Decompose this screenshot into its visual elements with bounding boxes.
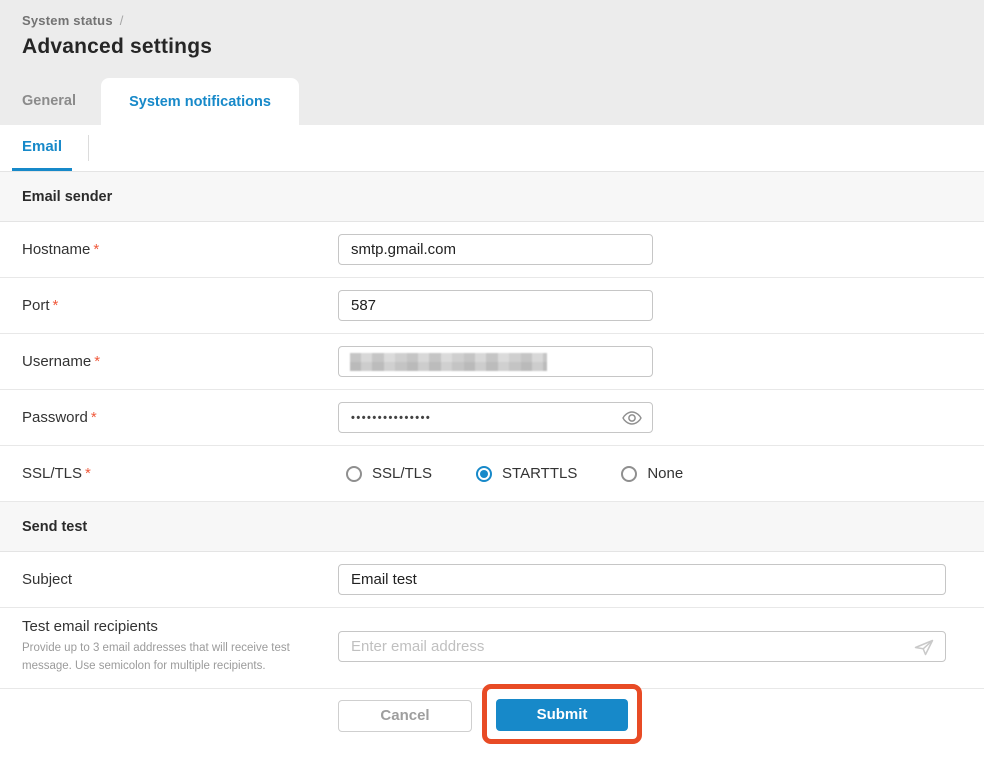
breadcrumb-separator: /: [120, 13, 124, 28]
subject-label: Subject: [22, 571, 338, 588]
section-title: Send test: [22, 519, 87, 535]
radio-option-none[interactable]: None: [621, 465, 683, 482]
subtab-divider: [88, 135, 89, 161]
username-label: Username*: [22, 353, 338, 370]
username-input[interactable]: [338, 346, 653, 377]
subtab-bar: Email: [0, 125, 984, 172]
required-asterisk: *: [53, 297, 59, 314]
port-input[interactable]: [338, 290, 653, 321]
recipients-label-block: Test email recipients Provide up to 3 em…: [22, 618, 338, 676]
ssl-tls-label: SSL/TLS*: [22, 465, 338, 482]
password-input[interactable]: [338, 402, 653, 433]
field-row-port: Port*: [0, 278, 984, 334]
send-test-email-icon[interactable]: [912, 635, 936, 659]
radio-checked-icon[interactable]: [476, 466, 492, 482]
tab-system-notifications[interactable]: System notifications: [101, 78, 299, 125]
required-asterisk: *: [85, 465, 91, 482]
form-actions: Cancel Submit: [0, 689, 984, 744]
radio-option-starttls[interactable]: STARTTLS: [476, 465, 577, 482]
recipients-help-text: Provide up to 3 email addresses that wil…: [22, 640, 324, 676]
field-row-ssl-tls: SSL/TLS* SSL/TLS STARTTLS None: [0, 446, 984, 502]
submit-button[interactable]: Submit: [496, 699, 628, 731]
section-title: Email sender: [22, 189, 112, 205]
field-row-hostname: Hostname*: [0, 222, 984, 278]
breadcrumb-link-system-status[interactable]: System status: [22, 13, 113, 28]
field-row-subject: Subject: [0, 552, 984, 608]
recipients-input[interactable]: [338, 631, 946, 662]
radio-unchecked-icon[interactable]: [621, 466, 637, 482]
subtab-email[interactable]: Email: [12, 125, 72, 171]
password-label: Password*: [22, 409, 338, 426]
hostname-label: Hostname*: [22, 241, 338, 258]
page-title: Advanced settings: [22, 35, 984, 59]
section-header-send-test: Send test: [0, 502, 984, 552]
tab-bar: General System notifications: [0, 78, 299, 125]
tab-general[interactable]: General: [0, 93, 101, 125]
required-asterisk: *: [91, 409, 97, 426]
page-header: System status / Advanced settings General…: [0, 0, 984, 125]
field-row-test-email-recipients: Test email recipients Provide up to 3 em…: [0, 608, 984, 689]
required-asterisk: *: [94, 353, 100, 370]
recipients-label: Test email recipients: [22, 618, 338, 635]
advanced-settings-page: System status / Advanced settings General…: [0, 0, 984, 744]
field-row-password: Password*: [0, 390, 984, 446]
ssl-tls-radio-group: SSL/TLS STARTTLS None: [346, 465, 683, 482]
hostname-input[interactable]: [338, 234, 653, 265]
radio-option-ssl-tls[interactable]: SSL/TLS: [346, 465, 432, 482]
field-row-username: Username*: [0, 334, 984, 390]
show-password-eye-icon[interactable]: [621, 407, 643, 429]
section-header-email-sender: Email sender: [0, 172, 984, 222]
port-label: Port*: [22, 297, 338, 314]
cancel-button[interactable]: Cancel: [338, 700, 472, 732]
breadcrumb: System status /: [22, 13, 984, 28]
radio-unchecked-icon[interactable]: [346, 466, 362, 482]
required-asterisk: *: [93, 241, 99, 258]
subject-input[interactable]: [338, 564, 946, 595]
submit-highlight-annotation: Submit: [482, 684, 642, 744]
